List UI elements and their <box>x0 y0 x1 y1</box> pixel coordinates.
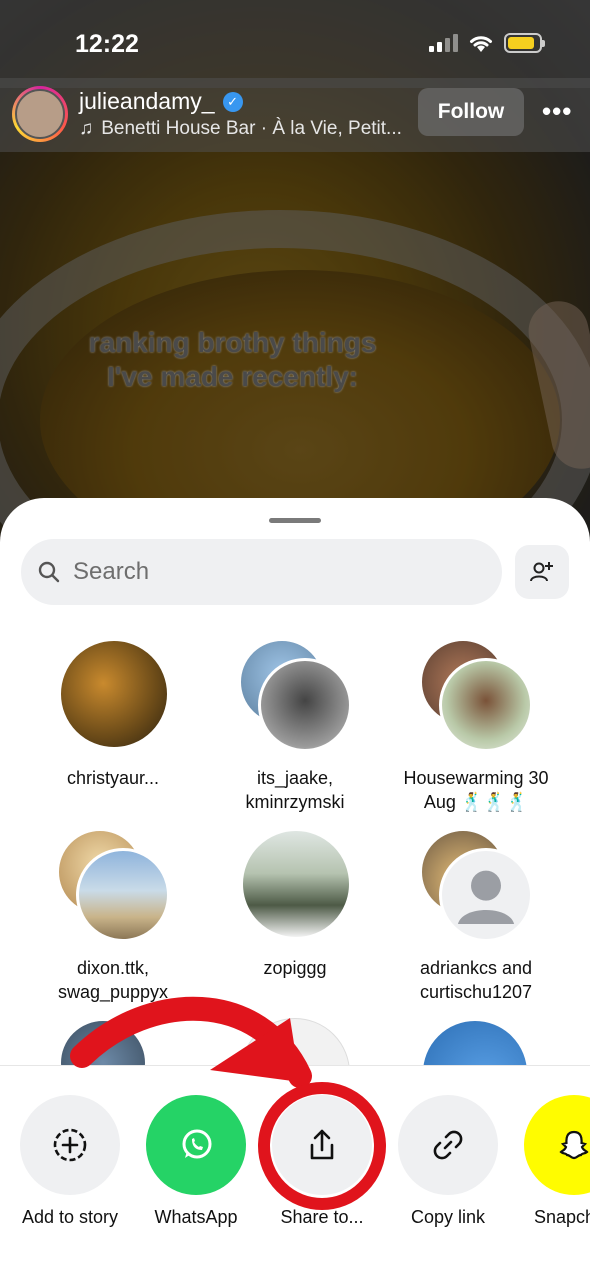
link-icon <box>433 1130 463 1160</box>
cellular-signal-icon <box>429 34 458 52</box>
share-to-action[interactable]: Share to... <box>262 1095 382 1228</box>
search-input[interactable]: Search <box>21 539 502 605</box>
search-placeholder: Search <box>73 558 150 585</box>
action-label: Add to story <box>21 1207 119 1227</box>
add-people-button[interactable] <box>515 545 569 599</box>
share-to-button[interactable] <box>272 1095 372 1195</box>
status-time: 12:22 <box>75 30 139 58</box>
snapchat-action[interactable]: Snapchat <box>514 1095 590 1228</box>
add-to-story-action[interactable]: Add to story <box>10 1095 130 1228</box>
contact-zopiggg[interactable]: zopiggg <box>205 828 385 980</box>
username-text: julieandamy_ <box>79 88 215 114</box>
contact-label: adriankcs and curtischu1207 <box>419 958 533 1002</box>
contact-dixon[interactable]: dixon.ttk, swag_puppyx <box>23 828 203 1004</box>
contact-adriankcs[interactable]: adriankcs and curtischu1207 <box>386 828 566 1004</box>
copy-link-action[interactable]: Copy link <box>388 1095 508 1228</box>
video-caption: ranking brothy things I've made recently… <box>0 326 465 394</box>
contact-label: its_jaake, kminrzymski <box>245 768 345 812</box>
whatsapp-icon <box>182 1129 212 1159</box>
add-person-icon <box>530 562 553 582</box>
contact-label: Housewarming 30 Aug 🕺🕺🕺 <box>403 768 549 812</box>
contact-christyaur[interactable]: christyaur... <box>23 638 203 790</box>
author-avatar[interactable] <box>12 86 68 142</box>
contact-housewarming[interactable]: Housewarming 30 Aug 🕺🕺🕺 <box>386 638 566 814</box>
contact-avatar <box>240 828 352 940</box>
music-info[interactable]: ♫ Benetti House Bar · À la Vie, Petit... <box>79 118 402 140</box>
music-note-icon: ♫ <box>79 118 94 139</box>
post-header: julieandamy_ ✓ ♫ Benetti House Bar · À l… <box>0 78 590 152</box>
caption-line-1: ranking brothy things <box>88 327 377 358</box>
contact-label: zopiggg <box>263 958 327 978</box>
sheet-grabber[interactable] <box>269 518 321 523</box>
contact-label: dixon.ttk, swag_puppyx <box>57 958 169 1002</box>
default-person-icon <box>457 870 515 925</box>
status-bar: 12:22 <box>0 0 590 88</box>
contact-its-jaake[interactable]: its_jaake, kminrzymski <box>205 638 385 814</box>
more-options-icon[interactable]: ••• <box>542 96 572 127</box>
contact-avatar-front <box>439 848 533 942</box>
status-icons <box>429 33 545 53</box>
search-icon <box>38 561 60 583</box>
contact-label: christyaur... <box>66 768 160 788</box>
share-actions-bar: Add to story WhatsApp Share to... Copy l… <box>0 1065 590 1278</box>
whatsapp-action[interactable]: WhatsApp <box>136 1095 256 1228</box>
follow-button[interactable]: Follow <box>418 88 524 136</box>
contact-avatar-front <box>258 658 352 752</box>
contact-avatar-front <box>76 848 170 942</box>
whatsapp-button[interactable] <box>146 1095 246 1195</box>
snapchat-icon <box>559 1130 589 1160</box>
battery-icon <box>504 33 545 53</box>
music-text: Benetti House Bar · À la Vie, Petit... <box>101 118 402 139</box>
action-label: WhatsApp <box>154 1207 238 1227</box>
copy-link-button[interactable] <box>398 1095 498 1195</box>
wifi-icon <box>470 36 492 52</box>
add-to-story-button[interactable] <box>20 1095 120 1195</box>
contact-avatar <box>58 638 170 750</box>
action-label: Snapchat <box>534 1207 590 1227</box>
share-icon <box>310 1129 334 1160</box>
add-story-icon <box>53 1128 87 1162</box>
verified-badge-icon: ✓ <box>222 91 243 112</box>
contact-avatar-front <box>439 658 533 752</box>
action-label: Share to... <box>280 1207 364 1227</box>
author-username[interactable]: julieandamy_ ✓ <box>79 88 243 115</box>
caption-line-2: I've made recently: <box>106 361 358 392</box>
action-label: Copy link <box>410 1207 486 1227</box>
snapchat-button[interactable] <box>524 1095 590 1195</box>
